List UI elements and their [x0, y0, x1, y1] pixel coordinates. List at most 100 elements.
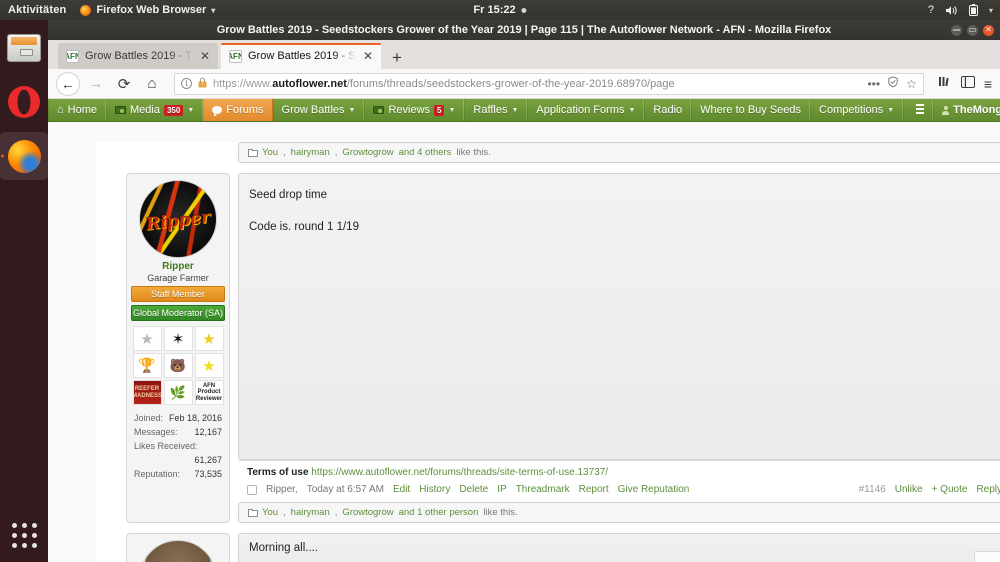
- browser-tab-2[interactable]: AFN Grow Battles 2019 - See ✕: [221, 43, 381, 69]
- chevron-down-icon[interactable]: ▼: [511, 107, 518, 114]
- post-body: Morning all....: [239, 534, 1000, 556]
- gold-star-trophy-icon[interactable]: ★: [194, 326, 224, 351]
- reply-button[interactable]: Reply: [976, 484, 1000, 495]
- cup-trophy-icon[interactable]: 🏆: [132, 353, 162, 378]
- multi-quote-floating-button[interactable]: [974, 551, 1000, 562]
- bear-trophy-icon[interactable]: 🐻: [163, 353, 193, 378]
- afn-product-reviewer-trophy-icon[interactable]: AFN Product Reviewer: [194, 380, 224, 405]
- clock-label: Fr 15:22: [473, 4, 516, 16]
- nav-item-forums[interactable]: Forums: [203, 99, 273, 121]
- panel-status-area[interactable]: ? ▾: [928, 4, 993, 16]
- show-applications-button[interactable]: [0, 523, 48, 548]
- nav-item-application-forms[interactable]: Application Forms ▼: [527, 99, 645, 121]
- delete-link[interactable]: Delete: [459, 484, 488, 495]
- post-number[interactable]: #1146: [859, 484, 886, 495]
- nav-item-grow-battles[interactable]: Grow Battles ▼: [272, 99, 365, 121]
- smiley-star-trophy-icon[interactable]: ★: [194, 353, 224, 378]
- quote-button[interactable]: + Quote: [932, 484, 968, 495]
- library-icon[interactable]: [938, 75, 952, 93]
- like-person[interactable]: Growtogrow: [342, 507, 393, 518]
- dock-item-firefox[interactable]: [0, 132, 48, 180]
- threadmark-link[interactable]: Threadmark: [516, 484, 570, 495]
- history-link[interactable]: History: [419, 484, 450, 495]
- close-icon[interactable]: ✕: [363, 50, 373, 62]
- bookmark-star-icon[interactable]: ☆: [906, 77, 917, 91]
- nav-item-account-themongol[interactable]: TheMongol: [933, 99, 1000, 121]
- help-icon[interactable]: ?: [928, 4, 934, 16]
- report-link[interactable]: Report: [579, 484, 609, 495]
- shield-icon[interactable]: [887, 76, 899, 91]
- silver-star-trophy-icon[interactable]: ★: [132, 326, 162, 351]
- window-title: Grow Battles 2019 - Seedstockers Grower …: [216, 24, 832, 36]
- like-person[interactable]: hairyman: [291, 507, 330, 518]
- chevron-down-icon[interactable]: ▼: [448, 107, 455, 114]
- nav-item-raffles[interactable]: Raffles ▼: [464, 99, 528, 121]
- plant-trophy-icon[interactable]: 🌿: [163, 380, 193, 405]
- volume-icon[interactable]: [945, 5, 958, 16]
- post-timestamp[interactable]: Today at 6:57 AM: [307, 484, 384, 495]
- site-info-icon[interactable]: i: [181, 78, 192, 89]
- chevron-down-icon[interactable]: ▼: [887, 107, 894, 114]
- window-titlebar: Grow Battles 2019 - Seedstockers Grower …: [48, 20, 1000, 40]
- activities-button[interactable]: Aktivitäten: [8, 4, 66, 16]
- avatar[interactable]: [139, 540, 217, 562]
- close-icon[interactable]: ✕: [200, 50, 210, 62]
- new-tab-button[interactable]: +: [384, 49, 410, 69]
- screen: Aktivitäten Firefox Web Browser ▾ Fr 15:…: [0, 0, 1000, 562]
- page-actions-icon[interactable]: •••: [867, 77, 880, 91]
- maximize-button[interactable]: ▭: [967, 24, 978, 36]
- avatar-wrapper[interactable]: [131, 180, 225, 258]
- like-person[interactable]: hairyman: [291, 147, 330, 158]
- like-suffix[interactable]: and 4 others: [399, 147, 452, 158]
- post-author-name[interactable]: Ripper: [131, 261, 225, 272]
- edit-link[interactable]: Edit: [393, 484, 410, 495]
- nav-label: Application Forms: [536, 104, 625, 116]
- terms-label: Terms of use: [247, 467, 309, 478]
- like-person[interactable]: You: [262, 507, 278, 518]
- black-star-trophy-icon[interactable]: ✶: [163, 326, 193, 351]
- browser-tab-1[interactable]: AFN Grow Battles 2019 - The ✕: [58, 43, 218, 69]
- avatar-wrapper[interactable]: [131, 540, 225, 562]
- battery-icon[interactable]: [968, 4, 978, 16]
- ip-link[interactable]: IP: [497, 484, 506, 495]
- chevron-down-icon[interactable]: ▾: [989, 6, 993, 15]
- stat-joined: Joined: Feb 18, 2016: [134, 412, 222, 426]
- reload-button[interactable]: ⟳: [112, 72, 136, 96]
- nav-item-competitions[interactable]: Competitions ▼: [810, 99, 904, 121]
- address-bar[interactable]: i ! https://www.autoflower.net/forums/th…: [174, 72, 924, 95]
- terms-link[interactable]: https://www.autoflower.net/forums/thread…: [311, 467, 608, 478]
- stat-value: 61,267: [194, 454, 222, 465]
- chevron-down-icon[interactable]: ▼: [628, 107, 635, 114]
- nav-item-radio[interactable]: Radio: [644, 99, 692, 121]
- forward-button[interactable]: →: [84, 72, 108, 96]
- dock-item-opera[interactable]: [0, 78, 48, 126]
- like-person[interactable]: Growtogrow: [342, 147, 393, 158]
- minimize-button[interactable]: —: [951, 24, 962, 36]
- home-button[interactable]: ⌂: [140, 72, 164, 96]
- post-select-checkbox[interactable]: [247, 484, 257, 495]
- sidebar-icon[interactable]: [960, 75, 975, 93]
- nav-item-reviews[interactable]: Reviews 5 ▼: [364, 99, 465, 121]
- nav-item-media[interactable]: Media 350 ▼: [106, 99, 204, 121]
- dock-item-files[interactable]: [0, 24, 48, 72]
- nav-item-menu-list[interactable]: [903, 99, 934, 121]
- chevron-down-icon[interactable]: ▼: [349, 107, 356, 114]
- menu-icon[interactable]: ≡: [984, 76, 992, 92]
- unlike-button[interactable]: Unlike: [895, 484, 923, 495]
- chevron-down-icon[interactable]: ▼: [187, 107, 194, 114]
- close-button[interactable]: ✕: [983, 24, 994, 36]
- nav-label: Where to Buy Seeds: [700, 104, 802, 116]
- back-button[interactable]: ←: [56, 71, 80, 96]
- give-reputation-link[interactable]: Give Reputation: [618, 484, 690, 495]
- nav-item-home[interactable]: ⌂ Home: [48, 99, 106, 121]
- like-person[interactable]: You: [262, 147, 278, 158]
- reefer-madness-trophy-icon[interactable]: REEFER MADNESS: [132, 380, 162, 405]
- avatar[interactable]: [139, 180, 217, 258]
- trophy-grid: ★ ✶ ★ 🏆 🐻 ★ REEFER MADNESS 🌿 AFN Product R…: [131, 326, 225, 405]
- panel-clock[interactable]: Fr 15:22: [473, 4, 527, 16]
- like-suffix[interactable]: and 1 other person: [399, 507, 479, 518]
- chevron-down-icon: ▾: [211, 5, 216, 15]
- app-menu-firefox[interactable]: Firefox Web Browser ▾: [80, 4, 215, 16]
- nav-item-where-to-buy-seeds[interactable]: Where to Buy Seeds: [691, 99, 811, 121]
- thumbs-up-icon: [248, 508, 258, 517]
